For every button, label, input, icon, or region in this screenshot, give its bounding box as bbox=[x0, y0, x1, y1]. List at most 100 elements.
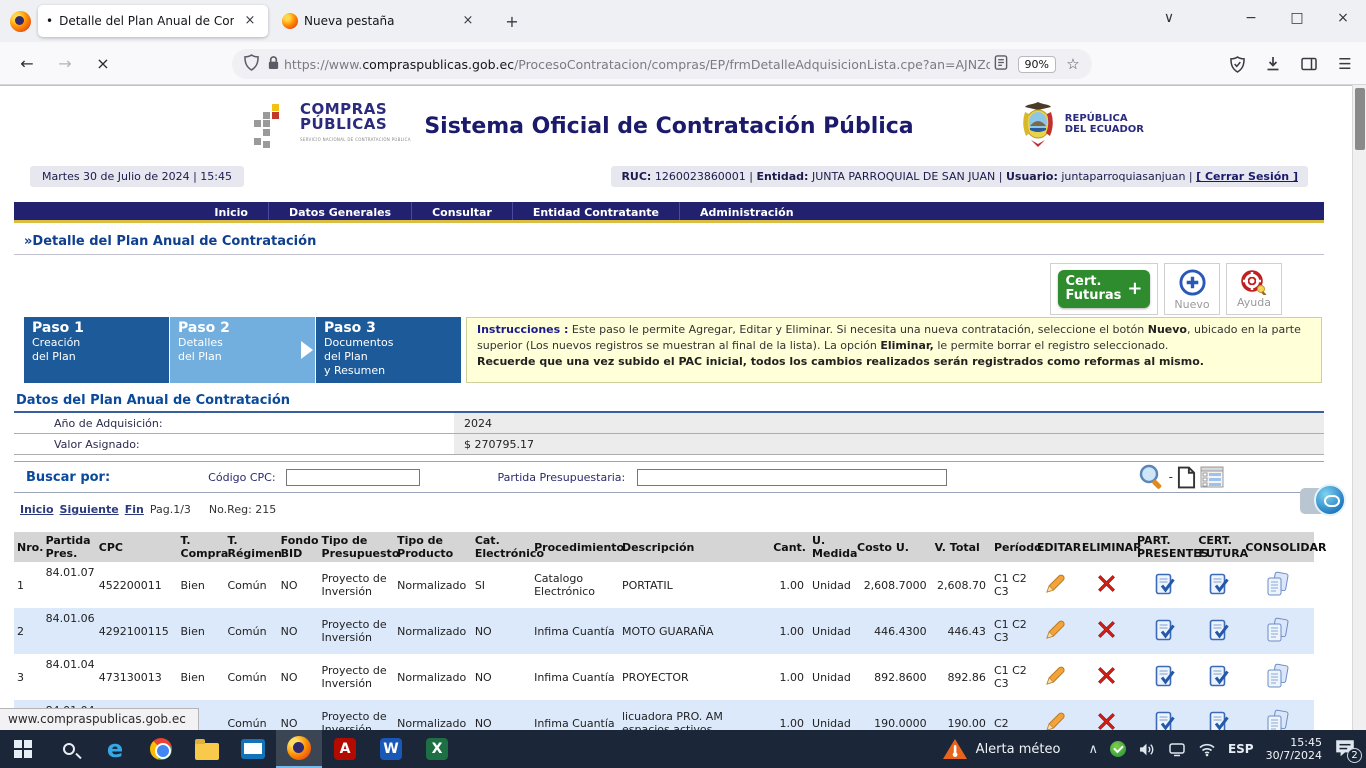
window-close-button[interactable] bbox=[1320, 0, 1366, 36]
menu-item-administracion[interactable]: Administración bbox=[679, 202, 814, 220]
delete-button[interactable] bbox=[1098, 674, 1115, 687]
dash-separator bbox=[1169, 470, 1173, 484]
taskbar-chrome-button[interactable] bbox=[138, 730, 184, 768]
address-bar[interactable]: https://www.compraspublicas.gob.ec/Proce… bbox=[232, 49, 1092, 79]
part-presentes-button[interactable] bbox=[1155, 677, 1175, 690]
wifi-icon[interactable] bbox=[1198, 742, 1216, 757]
cert-futura-button[interactable] bbox=[1209, 585, 1229, 598]
menu-item-inicio[interactable]: Inicio bbox=[194, 202, 268, 220]
edit-button[interactable] bbox=[1045, 722, 1067, 731]
consolidar-button[interactable] bbox=[1265, 679, 1291, 692]
start-button[interactable] bbox=[0, 730, 46, 768]
cast-device-icon[interactable] bbox=[1168, 742, 1186, 757]
taskbar-explorer-button[interactable] bbox=[184, 730, 230, 768]
pagination-fin-link[interactable]: Fin bbox=[125, 503, 144, 516]
pagination-siguiente-link[interactable]: Siguiente bbox=[60, 503, 119, 516]
firefox-app-icon[interactable] bbox=[10, 11, 31, 32]
window-minimize-button[interactable] bbox=[1228, 0, 1274, 36]
session-details: RUC: 1260023860001 | Entidad: JUNTA PARR… bbox=[611, 166, 1308, 187]
menu-item-entidad-contratante[interactable]: Entidad Contratante bbox=[512, 202, 679, 220]
window-maximize-button[interactable] bbox=[1274, 0, 1320, 36]
list-view-icon[interactable] bbox=[1200, 466, 1224, 488]
step-2-active[interactable]: Paso 2 Detalles del Plan bbox=[170, 317, 315, 383]
part-presentes-button[interactable] bbox=[1155, 585, 1175, 598]
ayuda-button[interactable]: Ayuda bbox=[1226, 263, 1282, 315]
list-all-tabs-icon[interactable] bbox=[1146, 0, 1192, 36]
tab-title: Detalle del Plan Anual de Contr bbox=[59, 14, 234, 28]
menu-item-datos-generales[interactable]: Datos Generales bbox=[268, 202, 411, 220]
nuevo-button[interactable]: Nuevo bbox=[1164, 263, 1220, 315]
edit-button[interactable] bbox=[1045, 584, 1067, 597]
tab-close-icon[interactable] bbox=[240, 11, 260, 31]
taskbar-search-button[interactable] bbox=[46, 730, 92, 768]
lock-icon[interactable] bbox=[262, 55, 284, 74]
cell-delete bbox=[1079, 700, 1134, 730]
edit-button[interactable] bbox=[1045, 630, 1067, 643]
cert-futura-button[interactable] bbox=[1209, 677, 1229, 690]
language-indicator[interactable]: ESP bbox=[1228, 742, 1254, 756]
consolidar-button[interactable] bbox=[1265, 587, 1291, 600]
delete-button[interactable] bbox=[1098, 720, 1115, 730]
forward-button[interactable] bbox=[50, 49, 80, 79]
volume-icon[interactable] bbox=[1138, 742, 1156, 757]
column-header: Tipo de Producto bbox=[394, 532, 472, 562]
antivirus-tray-icon[interactable] bbox=[1110, 741, 1126, 757]
cell-part-presentes bbox=[1134, 562, 1195, 608]
reader-mode-icon[interactable] bbox=[990, 55, 1012, 74]
partida-input[interactable] bbox=[637, 469, 947, 486]
step-3[interactable]: Paso 3 Documentos del Plan y Resumen bbox=[316, 317, 461, 383]
cpc-input[interactable] bbox=[286, 469, 420, 486]
tray-expand-icon[interactable] bbox=[1088, 742, 1098, 757]
taskbar-outlook-button[interactable] bbox=[230, 730, 276, 768]
new-tab-button[interactable] bbox=[500, 10, 524, 34]
tab-close-icon[interactable] bbox=[458, 11, 478, 31]
cell-t-regimen: Común bbox=[225, 562, 278, 608]
taskbar-firefox-button-active[interactable] bbox=[276, 730, 322, 768]
hamburger-menu-icon[interactable] bbox=[1334, 53, 1356, 75]
instructions-box: Instrucciones : Este paso le permite Agr… bbox=[466, 317, 1322, 383]
menu-item-consultar[interactable]: Consultar bbox=[411, 202, 512, 220]
back-button[interactable] bbox=[12, 49, 42, 79]
page-scrollbar[interactable] bbox=[1352, 85, 1366, 730]
cell-partida: 84.01.07 bbox=[43, 562, 96, 608]
downloads-icon[interactable] bbox=[1262, 53, 1284, 75]
firefox-account-shield-icon[interactable] bbox=[1226, 53, 1248, 75]
cell-procedimiento: Infima Cuantía bbox=[531, 608, 619, 654]
zoom-level-badge[interactable]: 90% bbox=[1018, 56, 1056, 73]
tracking-shield-icon[interactable] bbox=[240, 54, 262, 75]
taskbar-clock[interactable]: 15:45 30/7/2024 bbox=[1266, 736, 1322, 762]
scrollbar-thumb[interactable] bbox=[1355, 88, 1365, 150]
consolidar-button[interactable] bbox=[1265, 633, 1291, 646]
taskbar-acrobat-button[interactable]: A bbox=[322, 730, 368, 768]
browser-tab-active[interactable]: Detalle del Plan Anual de Contr bbox=[38, 5, 268, 37]
cert-futura-button[interactable] bbox=[1209, 631, 1229, 644]
weather-widget[interactable]: Alerta méteo bbox=[942, 737, 1061, 761]
floating-assistant-widget[interactable] bbox=[1300, 484, 1346, 518]
pagination-inicio-link[interactable]: Inicio bbox=[20, 503, 54, 516]
republic-text-line1: REPÚBLICA bbox=[1065, 113, 1144, 124]
delete-button[interactable] bbox=[1098, 628, 1115, 641]
cert-futuras-button[interactable]: Cert. Futuras bbox=[1050, 263, 1158, 315]
taskbar-word-button[interactable]: W bbox=[368, 730, 414, 768]
edit-button[interactable] bbox=[1045, 676, 1067, 689]
session-info-row: Martes 30 de Julio de 2024 | 15:45 RUC: … bbox=[14, 166, 1324, 192]
part-presentes-button[interactable] bbox=[1155, 631, 1175, 644]
stop-loading-button[interactable] bbox=[88, 49, 118, 79]
cell-t-compra: Bien bbox=[178, 654, 225, 700]
new-document-icon[interactable] bbox=[1177, 466, 1196, 489]
cell-cant: 1.00 bbox=[770, 608, 809, 654]
notification-center-button[interactable]: 2 bbox=[1334, 738, 1358, 760]
step-1[interactable]: Paso 1 Creación del Plan bbox=[24, 317, 169, 383]
part-presentes-button[interactable] bbox=[1155, 723, 1175, 731]
sidebar-panel-icon[interactable] bbox=[1298, 53, 1320, 75]
cert-futura-button[interactable] bbox=[1209, 723, 1229, 731]
cell-part-presentes bbox=[1134, 608, 1195, 654]
bookmark-star-icon[interactable] bbox=[1062, 55, 1084, 73]
search-button-icon[interactable] bbox=[1138, 464, 1165, 490]
delete-button[interactable] bbox=[1098, 582, 1115, 595]
taskbar-excel-button[interactable]: X bbox=[414, 730, 460, 768]
logout-link[interactable]: [ Cerrar Sesión ] bbox=[1196, 170, 1298, 183]
taskbar-edge-button[interactable]: e bbox=[92, 730, 138, 768]
browser-tab-newtab[interactable]: Nueva pestaña bbox=[274, 5, 486, 37]
cell-cert-futura bbox=[1195, 654, 1242, 700]
